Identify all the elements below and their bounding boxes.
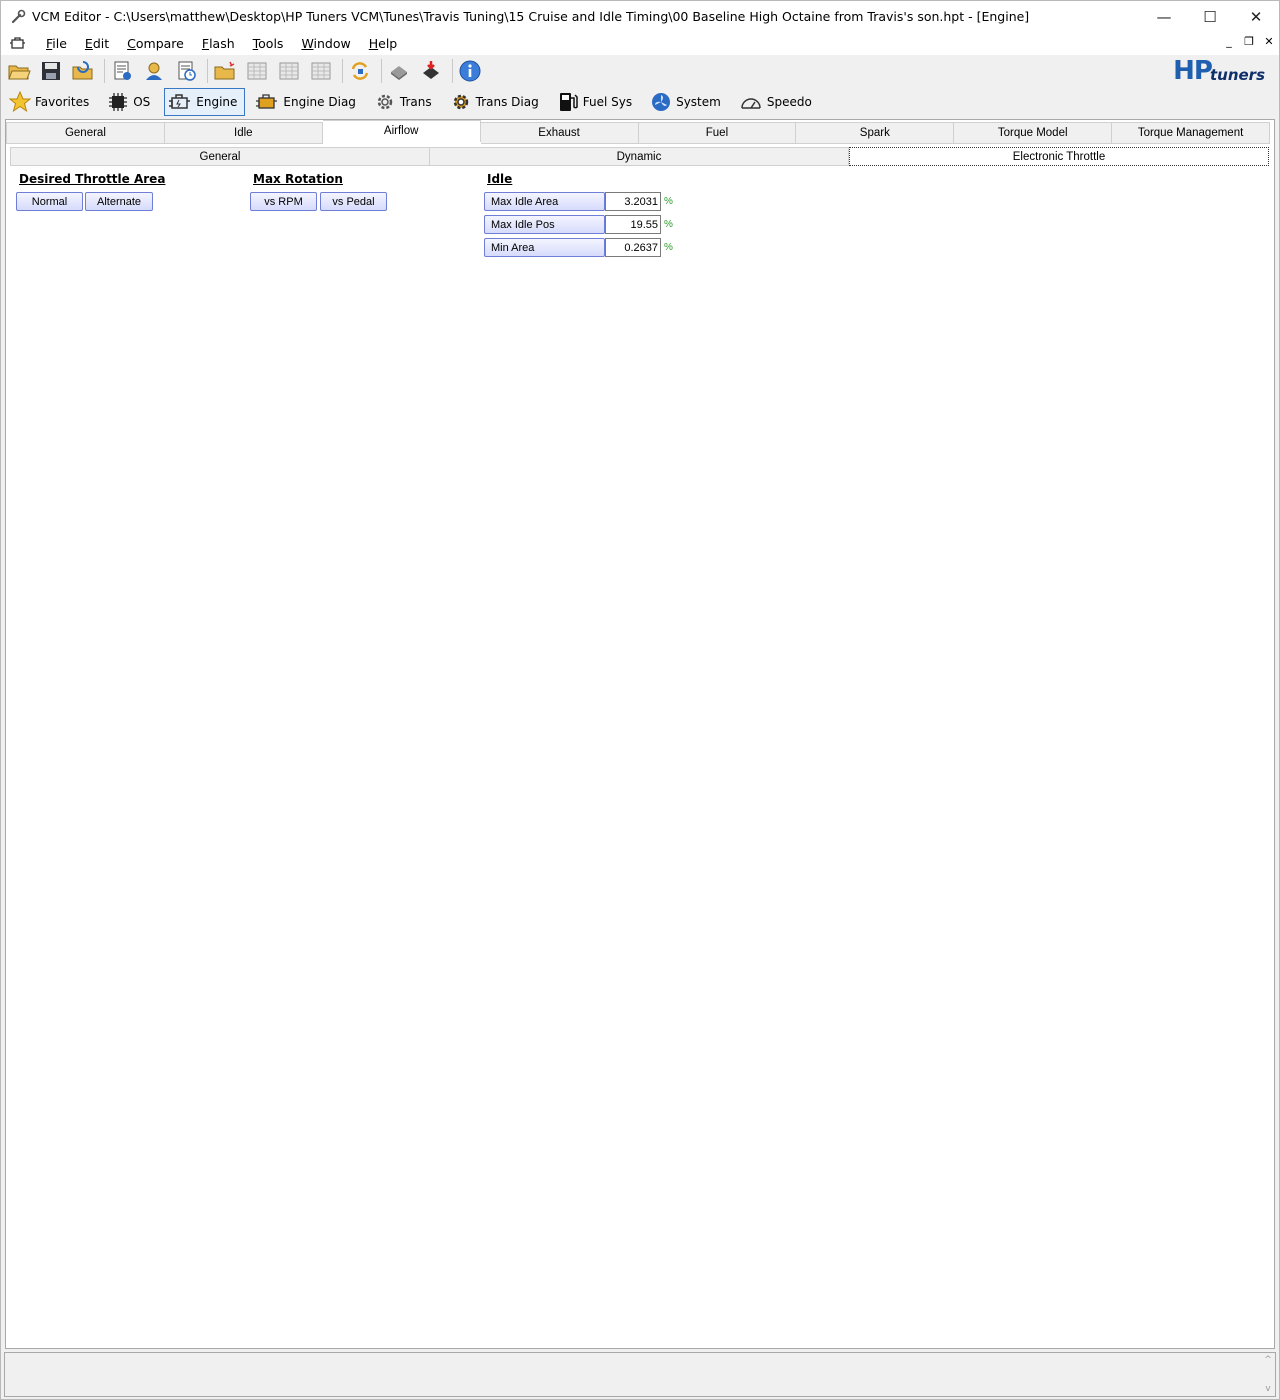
- tab-exhaust[interactable]: Exhaust: [480, 122, 639, 144]
- primary-tabs: General Idle Airflow Exhaust Fuel Spark …: [6, 120, 1270, 144]
- read-vehicle-icon[interactable]: [385, 57, 413, 85]
- percent-unit: %: [664, 196, 673, 207]
- toolbar: HP tuners: [1, 55, 1279, 87]
- editor-panel: General Idle Airflow Exhaust Fuel Spark …: [5, 119, 1275, 1349]
- open-folder-icon[interactable]: [5, 57, 33, 85]
- fan-icon: [652, 93, 671, 111]
- app-window: VCM Editor - C:\Users\matthew\Desktop\HP…: [0, 0, 1280, 1400]
- category-fuel-sys[interactable]: Fuel Sys: [553, 88, 640, 116]
- menu-window[interactable]: Window: [292, 36, 359, 51]
- engine-window-icon[interactable]: [9, 36, 27, 52]
- close-button[interactable]: ✕: [1233, 1, 1279, 32]
- file-info-icon[interactable]: [108, 57, 136, 85]
- engine-diag-icon: [256, 94, 278, 109]
- category-favorites[interactable]: Favorites: [5, 88, 97, 116]
- desired-throttle-area-title: Desired Throttle Area: [19, 172, 166, 186]
- menu-file[interactable]: File: [37, 36, 76, 51]
- gear-icon: [377, 94, 393, 110]
- write-vehicle-icon[interactable]: [417, 57, 445, 85]
- open-recent-icon[interactable]: [69, 57, 97, 85]
- mdi-restore-button[interactable]: ❐: [1243, 35, 1255, 48]
- maximize-button[interactable]: ☐: [1187, 1, 1233, 32]
- vs-pedal-button[interactable]: vs Pedal: [320, 192, 387, 211]
- file-history-icon[interactable]: [172, 57, 200, 85]
- speedometer-icon: [741, 98, 761, 109]
- toolbar-separator: [207, 59, 208, 83]
- scroll-up-arrow-icon[interactable]: ^: [1264, 1355, 1272, 1365]
- status-scrollbar[interactable]: ^ v: [1261, 1353, 1275, 1396]
- toolbar-separator: [104, 59, 105, 83]
- category-engine-diag[interactable]: Engine Diag: [251, 88, 364, 116]
- menu-edit[interactable]: Edit: [76, 36, 118, 51]
- secondary-tabs: General Dynamic Electronic Throttle: [10, 147, 1269, 166]
- window-title: VCM Editor - C:\Users\matthew\Desktop\HP…: [32, 9, 1030, 24]
- max-idle-pos-button[interactable]: Max Idle Pos: [484, 215, 605, 234]
- min-area-value[interactable]: 0.2637: [605, 238, 661, 257]
- fuel-pump-icon: [559, 93, 578, 111]
- star-icon: [9, 91, 31, 113]
- table-icon[interactable]: [307, 57, 335, 85]
- hp-tuners-logo: HP tuners: [1173, 56, 1265, 86]
- subtab-electronic-throttle[interactable]: Electronic Throttle: [849, 147, 1269, 166]
- category-engine[interactable]: Engine: [164, 88, 246, 116]
- param-row-max-idle-area: Max Idle Area 3.2031 %: [484, 192, 673, 211]
- vehicle-info-icon[interactable]: [140, 57, 168, 85]
- table-icon[interactable]: [275, 57, 303, 85]
- alternate-button[interactable]: Alternate: [85, 192, 153, 211]
- scroll-down-arrow-icon[interactable]: v: [1265, 1384, 1270, 1394]
- toolbar-separator: [342, 59, 343, 83]
- category-trans[interactable]: Trans: [370, 88, 440, 116]
- wrench-app-icon: [11, 9, 26, 23]
- tab-fuel[interactable]: Fuel: [638, 122, 797, 144]
- param-row-max-idle-pos: Max Idle Pos 19.55 %: [484, 215, 673, 234]
- max-idle-pos-value[interactable]: 19.55: [605, 215, 661, 234]
- menu-flash[interactable]: Flash: [193, 36, 244, 51]
- minimize-button[interactable]: —: [1141, 1, 1187, 32]
- toolbar-separator: [452, 59, 453, 83]
- normal-button[interactable]: Normal: [16, 192, 83, 211]
- category-bar: Favorites OS Engine Engine Diag Trans Tr…: [1, 87, 1279, 117]
- info-icon[interactable]: [456, 57, 484, 85]
- percent-unit: %: [664, 219, 673, 230]
- max-idle-area-value[interactable]: 3.2031: [605, 192, 661, 211]
- tab-general[interactable]: General: [6, 122, 165, 144]
- category-os[interactable]: OS: [103, 88, 158, 116]
- title-bar: VCM Editor - C:\Users\matthew\Desktop\HP…: [1, 1, 1279, 32]
- max-idle-area-button[interactable]: Max Idle Area: [484, 192, 605, 211]
- menu-bar: File Edit Compare Flash Tools Window Hel…: [1, 32, 1279, 55]
- param-row-min-area: Min Area 0.2637 %: [484, 238, 673, 257]
- tab-idle[interactable]: Idle: [164, 122, 323, 144]
- mdi-minimize-button[interactable]: _: [1223, 35, 1235, 48]
- max-rotation-title: Max Rotation: [253, 172, 343, 186]
- new-folder-icon[interactable]: [211, 57, 239, 85]
- table-icon[interactable]: [243, 57, 271, 85]
- menu-compare[interactable]: Compare: [118, 36, 193, 51]
- subtab-general[interactable]: General: [10, 147, 430, 166]
- menu-help[interactable]: Help: [360, 36, 407, 51]
- category-speedo[interactable]: Speedo: [735, 88, 820, 116]
- gear-diag-icon: [453, 94, 468, 110]
- subtab-dynamic[interactable]: Dynamic: [430, 147, 849, 166]
- vs-rpm-button[interactable]: vs RPM: [250, 192, 317, 211]
- percent-unit: %: [664, 242, 673, 253]
- engine-icon: [169, 94, 191, 109]
- menu-tools[interactable]: Tools: [244, 36, 293, 51]
- idle-title: Idle: [487, 172, 513, 186]
- tab-torque-management[interactable]: Torque Management: [1112, 122, 1270, 144]
- category-system[interactable]: System: [646, 88, 729, 116]
- tab-spark[interactable]: Spark: [796, 122, 955, 144]
- min-area-button[interactable]: Min Area: [484, 238, 605, 257]
- tab-airflow[interactable]: Airflow: [322, 120, 481, 142]
- save-icon[interactable]: [37, 57, 65, 85]
- category-trans-diag[interactable]: Trans Diag: [446, 88, 547, 116]
- toolbar-separator: [381, 59, 382, 83]
- mdi-close-button[interactable]: ✕: [1263, 35, 1275, 48]
- status-bar: ^ v: [4, 1352, 1276, 1397]
- chip-icon: [109, 93, 128, 111]
- tab-torque-model[interactable]: Torque Model: [954, 122, 1113, 144]
- refresh-icon[interactable]: [346, 57, 374, 85]
